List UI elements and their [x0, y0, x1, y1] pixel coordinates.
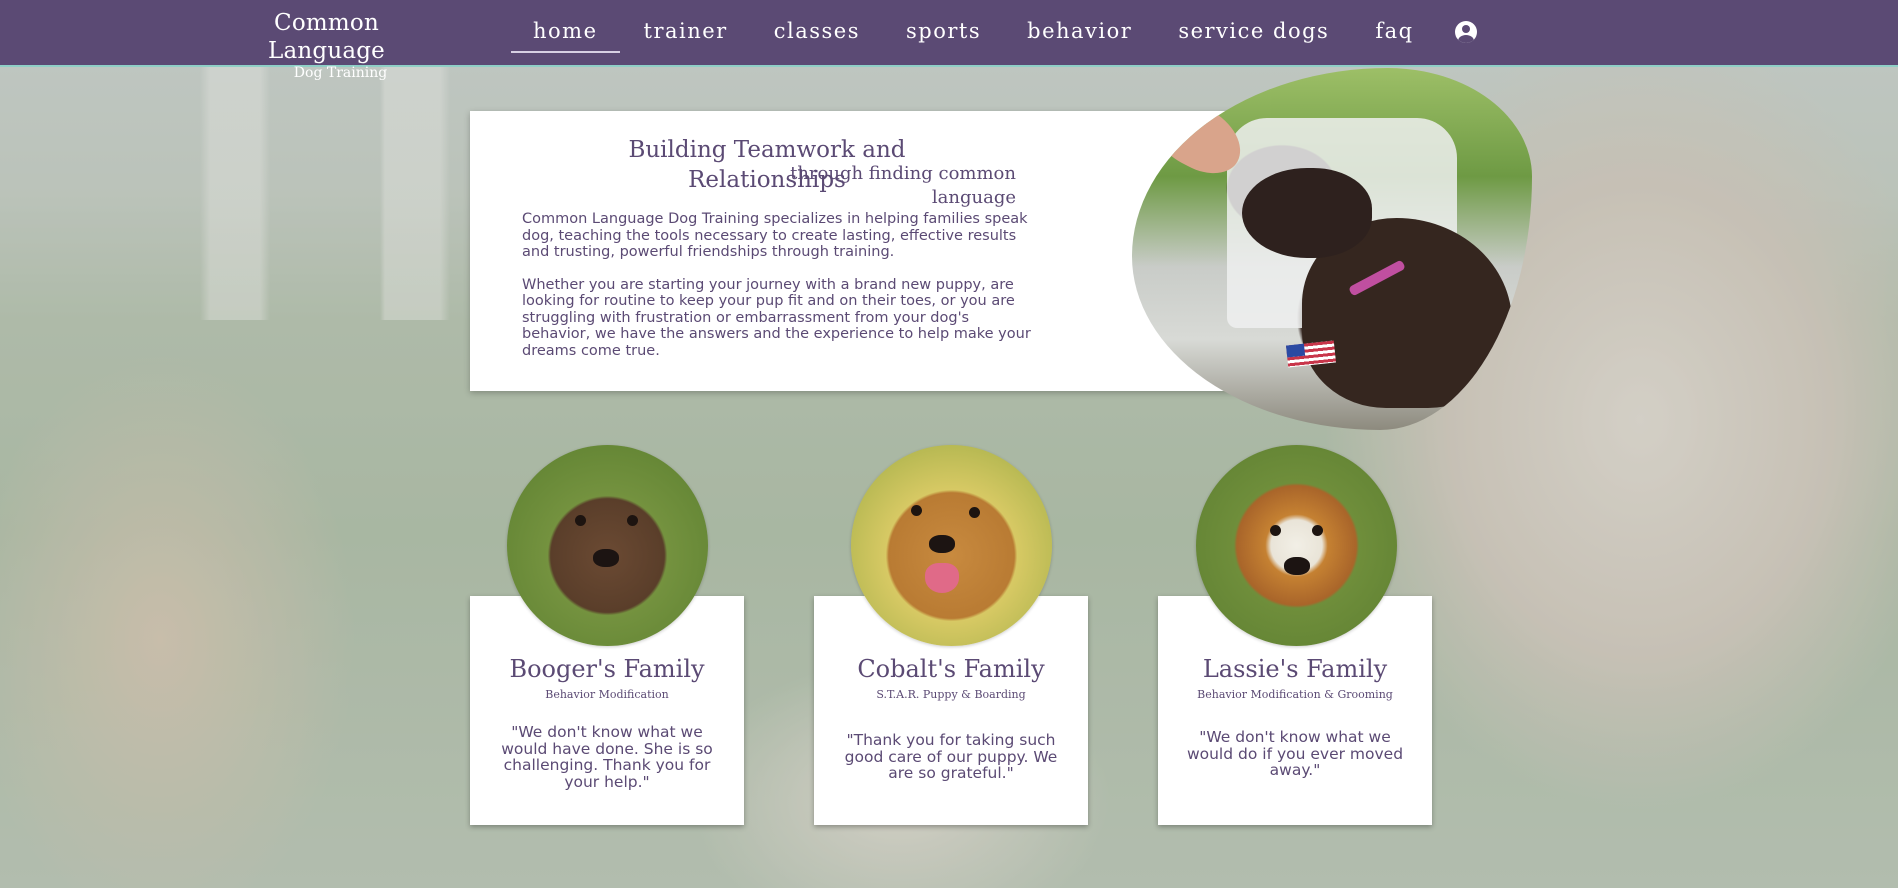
testimonial-service: S.T.A.R. Puppy & Boarding: [876, 688, 1026, 701]
portrait-nose: [1284, 557, 1310, 575]
testimonial-quote: "We don't know what we would have done. …: [501, 723, 713, 791]
logo-subtitle: Dog Training: [293, 65, 388, 81]
portrait-nose: [929, 535, 955, 553]
portrait-eye: [911, 505, 922, 516]
cobalt-portrait: [851, 445, 1052, 646]
booger-portrait: [507, 445, 708, 646]
portrait-eye: [575, 515, 586, 526]
site-logo[interactable]: Common Language Dog Training: [219, 9, 434, 81]
photo-dog-head: [1242, 168, 1372, 258]
hero-text: Common Language Dog Training specializes…: [522, 211, 1032, 375]
user-head-shape: [1462, 25, 1470, 33]
user-body-shape: [1458, 35, 1474, 43]
testimonial-quote: "We don't know what we would do if you e…: [1186, 728, 1404, 779]
nav-service-dogs[interactable]: service dogs: [1155, 0, 1352, 65]
nav-faq[interactable]: faq: [1352, 0, 1436, 65]
testimonial-name: Lassie's Family: [1202, 655, 1388, 683]
logo-title: Common Language: [268, 10, 385, 64]
nav-sports[interactable]: sports: [883, 0, 1004, 65]
site-header: Common Language Dog Training home traine…: [0, 0, 1898, 81]
testimonial-quote: "Thank you for taking such good care of …: [844, 731, 1058, 782]
nav-trainer[interactable]: trainer: [621, 0, 751, 65]
portrait-eye: [627, 515, 638, 526]
nav-behavior[interactable]: behavior: [1004, 0, 1155, 65]
testimonial-service: Behavior Modification & Grooming: [1197, 688, 1393, 701]
user-circle-icon[interactable]: [1455, 21, 1477, 43]
portrait-eye: [1270, 525, 1281, 536]
hero-subtitle: through finding common language: [790, 163, 1016, 208]
portrait-nose: [593, 549, 619, 567]
hero-paragraph-1: Common Language Dog Training specializes…: [522, 211, 1028, 260]
portrait-tongue: [925, 563, 959, 593]
main-nav: home trainer classes sports behavior ser…: [510, 0, 1437, 65]
testimonial-name: Booger's Family: [509, 655, 705, 683]
testimonial-service: Behavior Modification: [545, 688, 669, 701]
portrait-eye: [969, 507, 980, 518]
nav-home[interactable]: home: [510, 0, 621, 65]
portrait-eye: [1312, 525, 1323, 536]
lassie-portrait: [1196, 445, 1397, 646]
hero-paragraph-2: Whether you are starting your journey wi…: [522, 276, 1031, 359]
testimonial-name: Cobalt's Family: [857, 655, 1045, 683]
nav-classes[interactable]: classes: [751, 0, 883, 65]
